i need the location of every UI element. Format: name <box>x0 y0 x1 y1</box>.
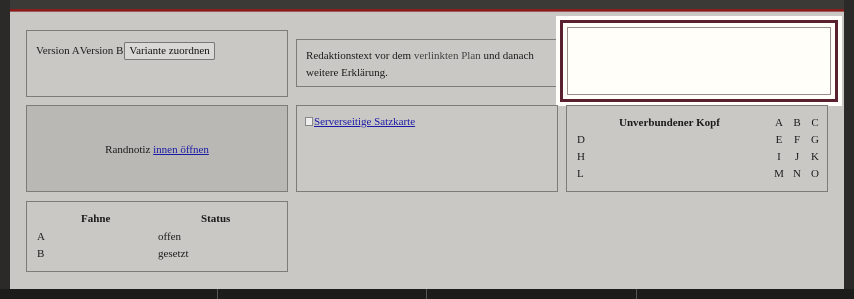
top-accent-line <box>10 11 844 12</box>
editorial-text: Redaktionstext vor dem verlinkten Plan u… <box>306 48 546 82</box>
focus-ring <box>560 20 838 102</box>
table-row-label: D <box>577 134 585 146</box>
table-column-header: B <box>793 117 801 129</box>
table-cell: N <box>793 168 801 180</box>
table-cell: F <box>793 134 801 146</box>
map-image-link[interactable]: Serverseitige Satzkarte <box>305 116 415 128</box>
table-cell: K <box>811 151 819 163</box>
bottom-bar-divider <box>217 289 218 299</box>
focused-empty-field[interactable] <box>567 27 831 95</box>
linked-plan-link[interactable]: verlinkten Plan <box>414 50 481 62</box>
table-column-header: A <box>775 117 783 129</box>
editorial-panel: Redaktionstext vor dem verlinkten Plan u… <box>296 39 558 87</box>
status-cell: gesetzt <box>158 248 189 260</box>
flag-cell: A <box>37 231 45 243</box>
version-b-label: Version B <box>79 45 124 57</box>
table-cell: G <box>811 134 819 146</box>
page: Version A Version B Variante zuordnen Re… <box>10 0 844 289</box>
version-panel: Version A Version B Variante zuordnen <box>26 30 288 97</box>
map-image-alt[interactable]: Serverseitige Satzkarte <box>314 116 415 128</box>
table-cell: E <box>775 134 783 146</box>
margin-note-text: Randnotiz <box>105 144 154 156</box>
bottom-bar-divider <box>636 289 637 299</box>
unbound-table: Unverbundener Kopf A B C D E F G H I J K… <box>566 105 828 192</box>
margin-note: Randnotiz innen öffnen <box>27 144 287 156</box>
table-cell: M <box>774 168 784 180</box>
flag-column-header: Fahne <box>81 213 111 225</box>
map-panel: Serverseitige Satzkarte <box>296 105 558 192</box>
margin-note-panel: Randnotiz innen öffnen <box>26 105 288 192</box>
status-cell: offen <box>158 231 182 243</box>
editorial-text-before: Redaktionstext vor dem <box>306 50 414 62</box>
open-inside-link[interactable]: innen öffnen <box>153 144 209 156</box>
unbound-table-header: Unverbundener Kopf <box>619 117 720 129</box>
table-cell: O <box>811 168 819 180</box>
top-bar <box>10 0 844 9</box>
table-row-label: H <box>577 151 585 163</box>
table-cell: I <box>777 151 781 163</box>
table-column-header: C <box>811 117 819 129</box>
focused-field-container <box>556 16 842 106</box>
assign-variant-button[interactable]: Variante zuordnen <box>124 42 215 60</box>
bottom-bar-divider <box>426 289 427 299</box>
bottom-bar <box>0 289 854 299</box>
version-a-label: Version A <box>36 45 80 57</box>
flag-cell: B <box>37 248 45 260</box>
table-row-label: L <box>577 168 584 180</box>
table-cell: J <box>794 151 800 163</box>
status-table: Fahne Status A offen B gesetzt <box>26 201 288 272</box>
status-column-header: Status <box>201 213 231 225</box>
broken-image-icon <box>305 117 313 126</box>
